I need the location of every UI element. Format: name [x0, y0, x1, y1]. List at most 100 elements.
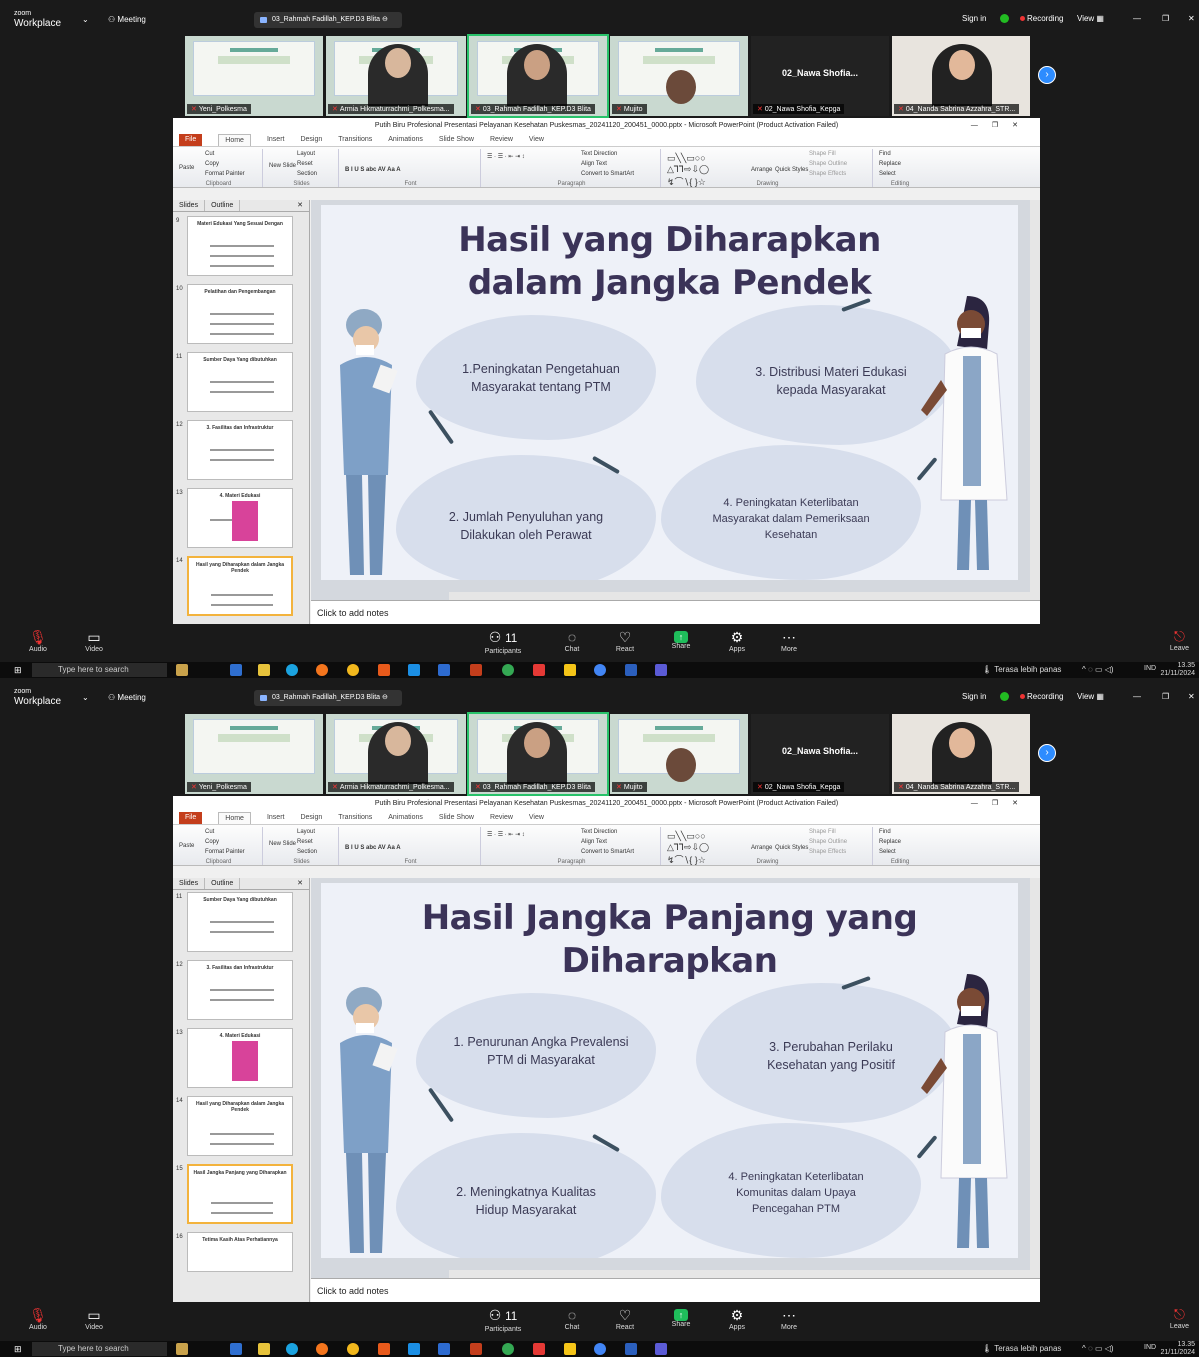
current-slide[interactable]: Hasil yang Diharapkan dalam Jangka Pendek… [321, 205, 1018, 580]
clock[interactable]: 13.35 21/11/2024 [1160, 662, 1195, 678]
tab-animations[interactable]: Animations [388, 134, 423, 146]
chat-button[interactable]: ◌ Chat [552, 1306, 592, 1331]
video-button[interactable]: ▭ Video [74, 628, 114, 653]
video-tile-active-speaker[interactable]: ✕ 03_Rahmah Fadillah_KEP.D3 Blita [467, 712, 609, 796]
align-text-button[interactable]: Align Text [581, 839, 607, 845]
edge-icon[interactable] [286, 664, 298, 676]
format-painter-button[interactable]: Format Painter [205, 171, 245, 177]
app-icon[interactable] [564, 1343, 576, 1355]
zoom-app-icon[interactable] [655, 664, 667, 676]
shape-outline-button[interactable]: Shape Outline [809, 161, 847, 167]
screen-share-pill[interactable]: 03_Rahmah Fadillah_KEP.D3 Blita ⊖ [254, 12, 402, 28]
list-buttons[interactable]: ☰ · ☰ · ⇤ ⇥ ↕ [487, 831, 525, 838]
video-tile[interactable]: ✕ Mujito [610, 714, 748, 794]
slide-thumbnail[interactable]: Materi Edukasi Yang Sesuai Dengan [187, 216, 293, 276]
tab-transitions[interactable]: Transitions [338, 812, 372, 824]
chevron-down-icon[interactable]: ⌄ [82, 693, 89, 702]
text-direction-button[interactable]: Text Direction [581, 151, 617, 157]
app-icon[interactable] [230, 664, 242, 676]
section-button[interactable]: Section [297, 849, 317, 855]
powerpoint-icon[interactable] [470, 1343, 482, 1355]
app-icon[interactable] [378, 664, 390, 676]
leave-button[interactable]: ⎋ Leave [1170, 1306, 1189, 1330]
chat-button[interactable]: ◌ Chat [552, 628, 592, 653]
slide-thumbnail[interactable]: Sumber Daya Yang dibutuhkan [187, 892, 293, 952]
tab-home[interactable]: Home [218, 134, 251, 146]
font-format-buttons[interactable]: B I U S abc AV Aa A [345, 845, 401, 851]
tab-slides[interactable]: Slides [173, 200, 206, 211]
tab-transitions[interactable]: Transitions [338, 134, 372, 146]
audio-button[interactable]: 🎙 Audio [18, 1306, 58, 1331]
horizontal-scrollbar[interactable] [449, 592, 1030, 600]
video-tile[interactable]: 02_Nawa Shofia... ✕ 02_Nawa Shofia_Kepga [751, 714, 889, 794]
leave-button[interactable]: ⎋ Leave [1170, 628, 1189, 652]
tab-view[interactable]: View [529, 134, 544, 146]
select-button[interactable]: Select [879, 849, 896, 855]
layout-button[interactable]: Layout [297, 829, 315, 835]
slide-thumbnail[interactable]: 4. Materi Edukasi [187, 1028, 293, 1088]
more-button[interactable]: ⋯ More [769, 1306, 809, 1331]
replace-button[interactable]: Replace [879, 839, 901, 845]
system-tray-icons[interactable]: ^ ◌ ▭ ◁) [1082, 665, 1114, 674]
participants-button[interactable]: ⚇ 11 Participants [480, 1306, 526, 1333]
tab-insert[interactable]: Insert [267, 134, 285, 146]
slide-thumbnail[interactable]: Pelatihan dan Pengembangan [187, 284, 293, 344]
slide-thumbnail[interactable]: Sumber Daya Yang dibutuhkan [187, 352, 293, 412]
slide-thumbnail[interactable]: 3. Fasilitas dan Infrastruktur [187, 960, 293, 1020]
video-button[interactable]: ▭ Video [74, 1306, 114, 1331]
tab-view[interactable]: View [529, 812, 544, 824]
weather-widget[interactable]: 🌡 Terasa lebih panas [982, 665, 1061, 674]
weather-widget[interactable]: 🌡 Terasa lebih panas [982, 1344, 1061, 1353]
reset-button[interactable]: Reset [297, 839, 313, 845]
copy-button[interactable]: Copy [205, 839, 219, 845]
video-tile[interactable]: ✕ 04_Nanda Sabrina Azzahra_STR... [892, 36, 1030, 116]
restore-icon[interactable]: ❐ [1162, 692, 1169, 701]
slide-thumbnail-selected[interactable]: Hasil Jangka Panjang yang Diharapkan [187, 1164, 293, 1224]
find-button[interactable]: Find [879, 151, 891, 157]
current-slide[interactable]: Hasil Jangka Panjang yang Diharapkan 1. P… [321, 883, 1018, 1258]
tab-review[interactable]: Review [490, 812, 513, 824]
tab-slide-show[interactable]: Slide Show [439, 134, 474, 146]
windows-start-icon[interactable]: ⊞ [14, 666, 22, 675]
slide-thumbnail[interactable]: Tetima Kasih Atas Perhatiannya [187, 1232, 293, 1272]
select-button[interactable]: Select [879, 171, 896, 177]
minimize-icon[interactable]: — [1133, 692, 1141, 701]
font-format-buttons[interactable]: B I U S abc AV Aa A [345, 167, 401, 173]
sign-in-link[interactable]: Sign in [962, 14, 986, 23]
system-tray-icons[interactable]: ^ ◌ ▭ ◁) [1082, 1344, 1114, 1353]
video-tile[interactable]: 02_Nawa Shofia... ✕ 02_Nawa Shofia_Kepga [751, 36, 889, 116]
replace-button[interactable]: Replace [879, 161, 901, 167]
app-icon[interactable] [533, 664, 545, 676]
next-page-button[interactable]: › [1038, 66, 1056, 84]
chevron-down-icon[interactable]: ⌄ [82, 15, 89, 24]
widget-icon[interactable] [176, 664, 188, 676]
copy-button[interactable]: Copy [205, 161, 219, 167]
meeting-menu[interactable]: ⚇ Meeting [108, 15, 146, 24]
language-indicator[interactable]: IND [1144, 665, 1156, 672]
paste-button[interactable]: Paste [179, 843, 194, 849]
recording-indicator[interactable]: Recording [1020, 14, 1063, 23]
edge-icon[interactable] [286, 1343, 298, 1355]
audio-button[interactable]: 🎙 Audio [18, 628, 58, 653]
word-icon[interactable] [625, 1343, 637, 1355]
tab-insert[interactable]: Insert [267, 812, 285, 824]
more-button[interactable]: ⋯ More [769, 628, 809, 653]
view-menu[interactable]: View ▦ [1077, 14, 1104, 23]
app-icon[interactable] [502, 1343, 514, 1355]
close-pane-icon[interactable]: ✕ [291, 200, 309, 211]
app-icon[interactable] [594, 1343, 606, 1355]
video-tile[interactable]: ✕ Yeni_Polkesma [185, 36, 323, 116]
slide-thumbnail[interactable]: 4. Materi Edukasi [187, 488, 293, 548]
app-icon[interactable] [533, 1343, 545, 1355]
screen-share-pill[interactable]: 03_Rahmah Fadillah_KEP.D3 Blita ⊖ [254, 690, 402, 706]
widget-icon[interactable] [176, 1343, 188, 1355]
notes-pane[interactable]: Click to add notes [311, 1278, 1040, 1302]
window-controls[interactable]: —❐✕ [971, 796, 1032, 812]
tab-file[interactable]: File [179, 134, 203, 146]
apps-button[interactable]: ⚙ Apps [717, 628, 757, 653]
layout-button[interactable]: Layout [297, 151, 315, 157]
shape-outline-button[interactable]: Shape Outline [809, 839, 847, 845]
tab-design[interactable]: Design [300, 812, 322, 824]
quick-styles-button[interactable]: Quick Styles [775, 845, 808, 851]
shape-effects-button[interactable]: Shape Effects [809, 849, 846, 855]
